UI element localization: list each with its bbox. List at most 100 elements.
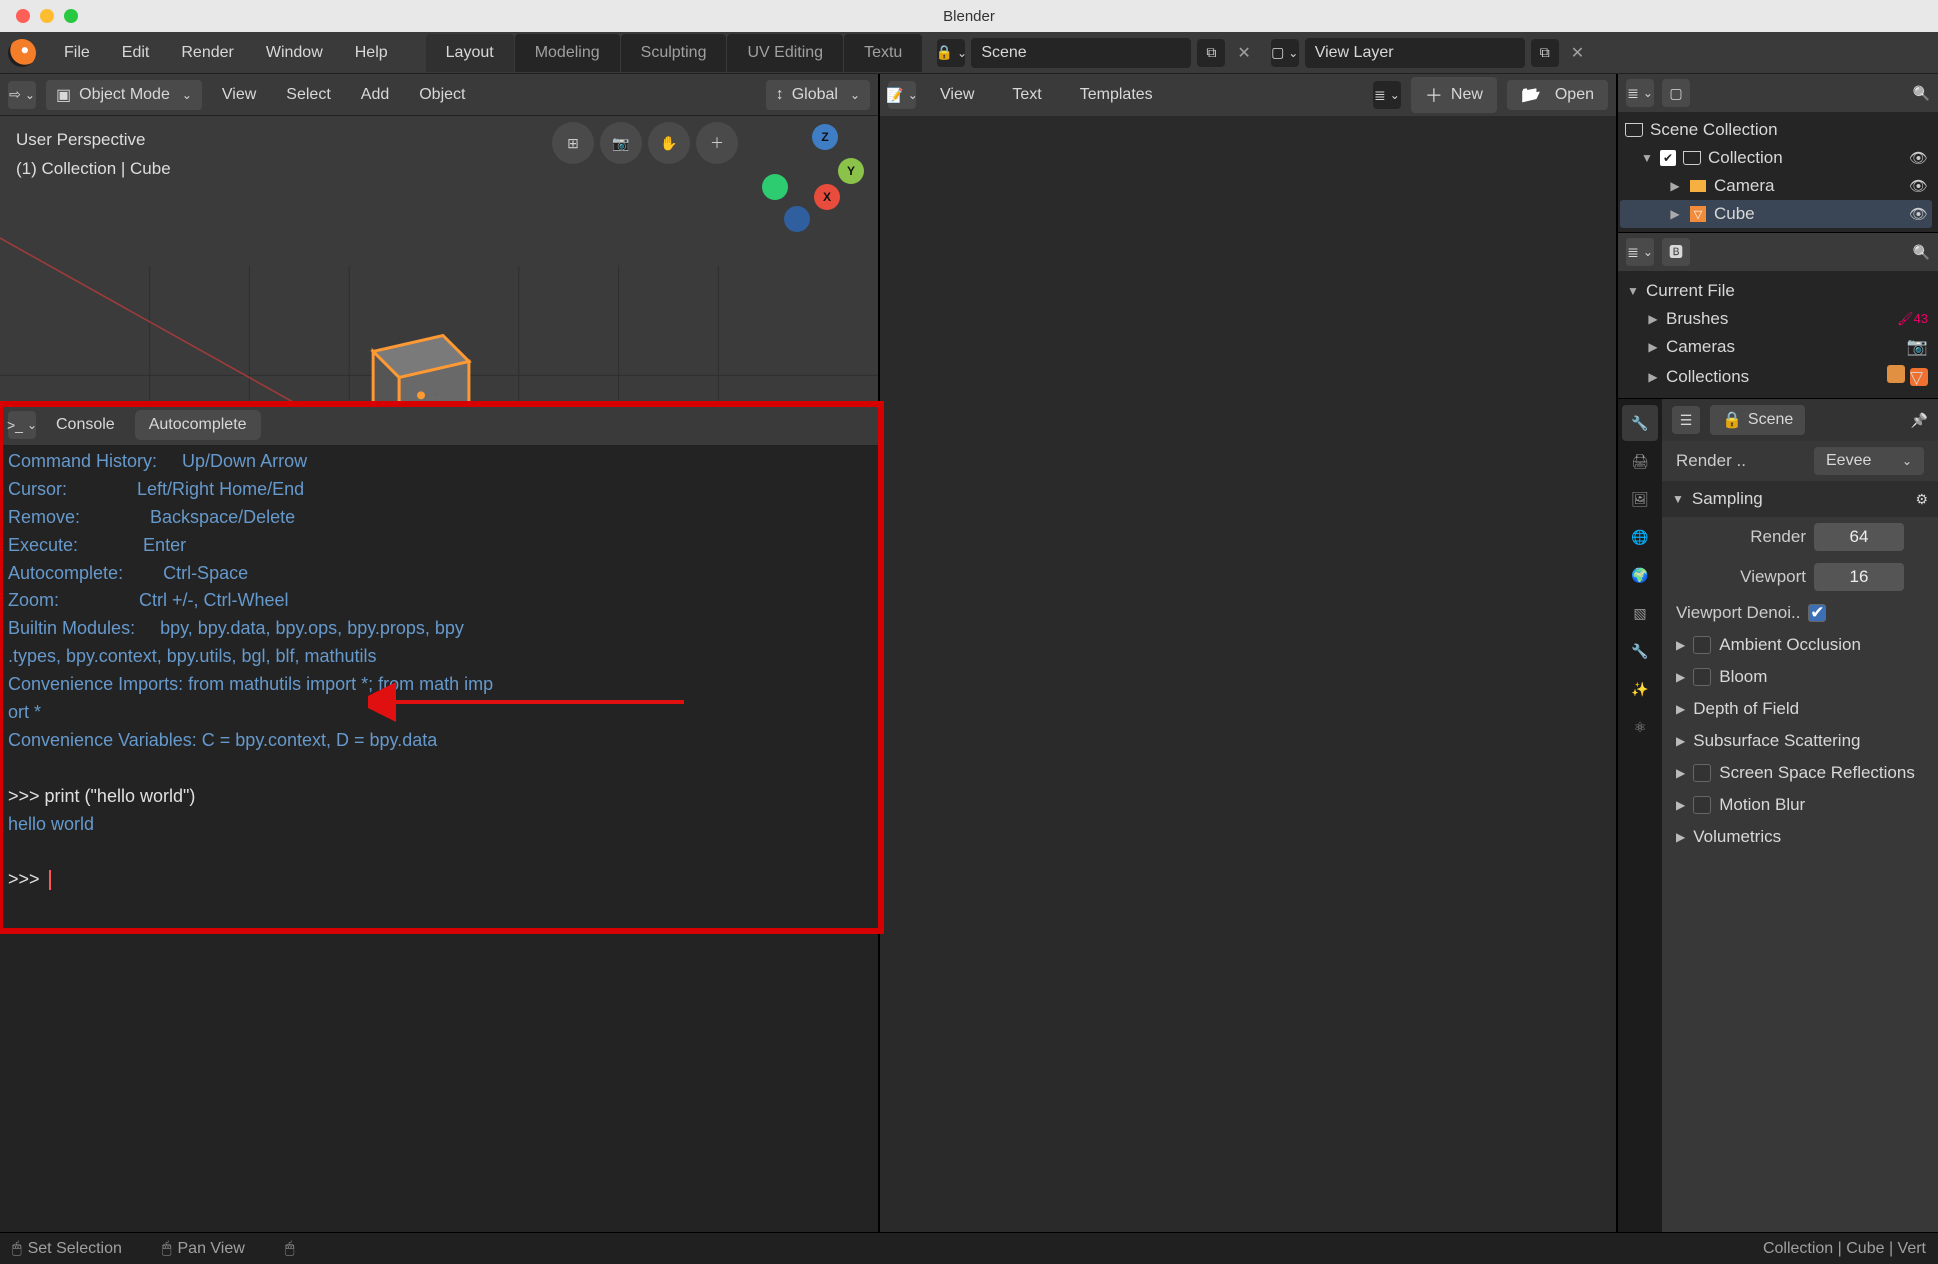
menu-help[interactable]: Help: [341, 38, 402, 68]
prop-tab-object[interactable]: ▧: [1622, 595, 1658, 631]
disclosure-icon[interactable]: ▶: [1646, 312, 1660, 326]
bloom-checkbox[interactable]: [1693, 668, 1711, 686]
section-screen-space[interactable]: ▶Screen Space Reflections: [1662, 757, 1938, 789]
menu-file[interactable]: File: [50, 38, 104, 68]
ao-checkbox[interactable]: [1693, 636, 1711, 654]
outliner-item-camera[interactable]: Camera: [1714, 176, 1774, 196]
render-samples-field[interactable]: 64: [1814, 523, 1904, 551]
axis-neg-y-icon[interactable]: [762, 174, 788, 200]
text-browse-icon[interactable]: ≣: [1373, 81, 1401, 109]
texteditor-menu-text[interactable]: Text: [998, 80, 1055, 110]
navigation-gizmo[interactable]: Z Y X: [760, 124, 864, 228]
disclosure-icon[interactable]: ▶: [1668, 179, 1682, 193]
prop-tab-modifiers[interactable]: 🔧: [1622, 633, 1658, 669]
outliner-type-icon[interactable]: ≣: [1626, 79, 1654, 107]
outliner-display-mode-icon[interactable]: ▢: [1662, 79, 1690, 107]
outliner-collection[interactable]: Collection: [1708, 148, 1783, 168]
disclosure-icon[interactable]: ▼: [1640, 151, 1654, 165]
workspace-tab-texturing[interactable]: Textu: [844, 34, 922, 72]
pin-icon[interactable]: [1911, 412, 1928, 429]
datablock-brushes[interactable]: Brushes: [1666, 309, 1728, 329]
axis-x-icon[interactable]: X: [814, 184, 840, 210]
outliner-tree[interactable]: Scene Collection ▼ ✔ Collection 👁 ▶ Came…: [1618, 112, 1938, 232]
workspace-tab-sculpting[interactable]: Sculpting: [621, 34, 727, 72]
search-icon[interactable]: [1913, 85, 1930, 102]
scene-context-chip[interactable]: 🔒Scene: [1710, 405, 1805, 435]
motionblur-checkbox[interactable]: [1693, 796, 1711, 814]
workspace-tab-modeling[interactable]: Modeling: [515, 34, 620, 72]
3d-viewport[interactable]: User Perspective (1) Collection | Cube ⊞…: [0, 116, 878, 404]
ssr-checkbox[interactable]: [1693, 764, 1711, 782]
collapse-handle-icon[interactable]: ⌄: [4, 383, 868, 400]
outliner-scene-collection[interactable]: Scene Collection: [1650, 120, 1778, 140]
viewport-grid-icon[interactable]: ⊞: [552, 122, 594, 164]
prop-tab-output[interactable]: 🖨: [1622, 443, 1658, 479]
viewport-menu-select[interactable]: Select: [276, 82, 340, 108]
texteditor-menu-templates[interactable]: Templates: [1066, 80, 1167, 110]
datablock-collections[interactable]: Collections: [1666, 367, 1749, 387]
viewlayer-copy-icon[interactable]: ⧉: [1531, 39, 1559, 67]
workspace-tab-uvediting[interactable]: UV Editing: [727, 34, 843, 72]
open-text-button[interactable]: Open: [1507, 80, 1608, 110]
section-depth-of-field[interactable]: ▶Depth of Field: [1662, 693, 1938, 725]
menu-window[interactable]: Window: [252, 38, 337, 68]
viewport-menu-object[interactable]: Object: [409, 82, 475, 108]
viewport-menu-add[interactable]: Add: [351, 82, 399, 108]
menu-render[interactable]: Render: [167, 38, 247, 68]
outliner-item-cube[interactable]: Cube: [1714, 204, 1755, 224]
texteditor-menu-view[interactable]: View: [926, 80, 988, 110]
viewlayer-browse-icon[interactable]: ▢: [1271, 39, 1299, 67]
datablock-current-file[interactable]: Current File: [1646, 281, 1735, 301]
autocomplete-button[interactable]: Autocomplete: [135, 410, 261, 440]
gear-icon[interactable]: [1915, 489, 1928, 509]
prop-context-icon[interactable]: ☰: [1672, 406, 1700, 434]
workspace-tab-layout[interactable]: Layout: [426, 34, 514, 72]
prop-tab-scene[interactable]: 🌐: [1622, 519, 1658, 555]
section-bloom[interactable]: ▶Bloom: [1662, 661, 1938, 693]
viewport-zoom-icon[interactable]: ＋: [696, 122, 738, 164]
orientation-dropdown[interactable]: ↕ Global: [766, 80, 870, 110]
disclosure-icon[interactable]: ▼: [1626, 284, 1640, 298]
prop-tab-render[interactable]: 🔧: [1622, 405, 1658, 441]
section-subsurface[interactable]: ▶Subsurface Scattering: [1662, 725, 1938, 757]
mode-dropdown[interactable]: Object Mode: [46, 80, 202, 110]
prop-tab-world[interactable]: 🌍: [1622, 557, 1658, 593]
viewport-menu-view[interactable]: View: [212, 82, 266, 108]
viewport-denoise-checkbox[interactable]: ✔: [1808, 604, 1826, 622]
scene-name-field[interactable]: Scene: [971, 38, 1191, 68]
console-editor-type-icon[interactable]: >_: [8, 411, 36, 439]
disclosure-icon[interactable]: ▶: [1646, 370, 1660, 384]
datablock-type-icon[interactable]: ≣: [1626, 238, 1654, 266]
search-icon[interactable]: [1913, 244, 1930, 261]
disclosure-icon[interactable]: ▶: [1668, 207, 1682, 221]
sampling-section-header[interactable]: ▼Sampling: [1662, 481, 1938, 517]
minimize-window-button[interactable]: [40, 9, 54, 23]
menu-edit[interactable]: Edit: [108, 38, 164, 68]
prop-tab-viewlayer[interactable]: 🖼: [1622, 481, 1658, 517]
section-motion-blur[interactable]: ▶Motion Blur: [1662, 789, 1938, 821]
viewlayer-delete-button[interactable]: ✕: [1565, 43, 1590, 63]
console-prompt[interactable]: >>>: [8, 869, 45, 889]
collection-visibility-checkbox[interactable]: ✔: [1660, 150, 1676, 166]
console-menu-console[interactable]: Console: [46, 412, 125, 438]
text-editor-body[interactable]: [880, 116, 1616, 1232]
axis-neg-z-icon[interactable]: [784, 206, 810, 232]
maximize-window-button[interactable]: [64, 9, 78, 23]
disclosure-icon[interactable]: ▶: [1646, 340, 1660, 354]
scene-copy-icon[interactable]: ⧉: [1197, 39, 1225, 67]
console-output[interactable]: Command History: Up/Down Arrow Cursor: L…: [0, 446, 878, 958]
viewport-camera-icon[interactable]: 📷: [600, 122, 642, 164]
section-volumetrics[interactable]: ▶Volumetrics: [1662, 821, 1938, 853]
new-text-button[interactable]: ＋New: [1411, 77, 1497, 113]
axis-y-icon[interactable]: Y: [838, 158, 864, 184]
visibility-eye-icon[interactable]: 👁: [1909, 177, 1928, 195]
datablock-cameras[interactable]: Cameras: [1666, 337, 1735, 357]
close-window-button[interactable]: [16, 9, 30, 23]
visibility-eye-icon[interactable]: 👁: [1909, 149, 1928, 167]
datablock-tree[interactable]: ▼Current File ▶ Brushes 🖌43 ▶ Cameras 📷 …: [1618, 271, 1938, 398]
axis-z-icon[interactable]: Z: [812, 124, 838, 150]
viewport-samples-field[interactable]: 16: [1814, 563, 1904, 591]
texteditor-type-icon[interactable]: 📝: [888, 81, 916, 109]
datablock-mode-icon[interactable]: 🅱: [1662, 238, 1690, 266]
section-ambient-occlusion[interactable]: ▶Ambient Occlusion: [1662, 629, 1938, 661]
